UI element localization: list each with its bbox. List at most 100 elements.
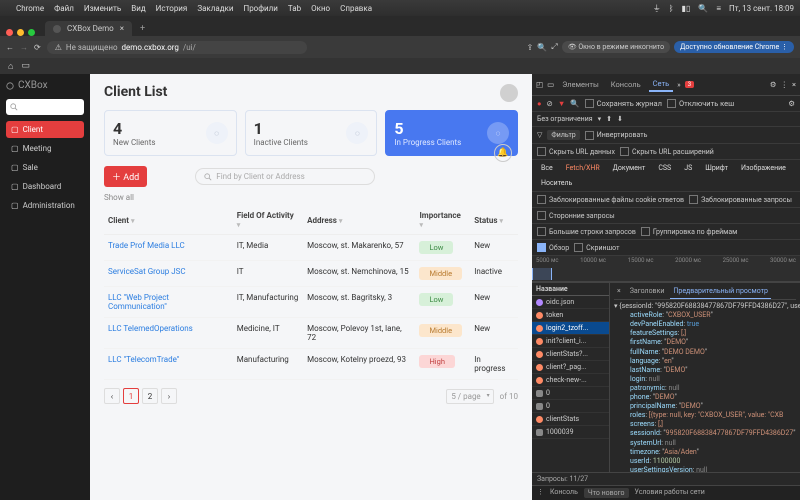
table-row[interactable]: Trade Prof Media LLCIT, MediaMoscow, st.…: [104, 235, 518, 261]
close-tab-icon[interactable]: ×: [120, 24, 124, 33]
whats-new-tab[interactable]: Что нового: [584, 488, 629, 498]
request-row[interactable]: 0: [532, 387, 609, 400]
table-row[interactable]: LLC "TelecomTrade"ManufacturingMoscow, K…: [104, 349, 518, 380]
waterfall[interactable]: 5000 мс10000 мс15000 мс20000 мс25000 мс3…: [532, 256, 800, 282]
sidebar-item-client[interactable]: ▢Client: [6, 121, 84, 138]
col-name-header[interactable]: Название: [532, 283, 609, 296]
client-link[interactable]: LLC "Web Project Communication": [104, 287, 233, 318]
client-link[interactable]: ServiceSat Group JSC: [104, 261, 233, 287]
filter-icon[interactable]: ▾: [339, 217, 343, 225]
errors-badge[interactable]: 3: [685, 81, 694, 88]
json-root[interactable]: ▾ {sessionId: "995820F68838477867DF79FFD…: [614, 302, 796, 311]
page-size-select[interactable]: 5 / page: [446, 389, 493, 404]
filter-icon[interactable]: ▾: [419, 221, 423, 229]
request-row[interactable]: 0: [532, 400, 609, 413]
window-min-icon[interactable]: [17, 29, 24, 36]
disable-cache-checkbox[interactable]: Отключить кеш: [667, 99, 734, 108]
reading-list-icon[interactable]: ▭: [21, 61, 30, 71]
menu-window[interactable]: Окно: [311, 4, 330, 13]
summary-card[interactable]: 1Inactive Clients◌: [245, 110, 378, 156]
control-center-icon[interactable]: ≡: [716, 4, 721, 13]
client-link[interactable]: Trade Prof Media LLC: [104, 235, 233, 261]
throttle-select[interactable]: Без ограничения: [537, 115, 593, 123]
detail-tab-headers[interactable]: Заголовки: [627, 285, 668, 299]
page-2[interactable]: 2: [142, 388, 158, 404]
screenshot-checkbox[interactable]: Скриншот: [574, 243, 619, 252]
col-field-of-activity[interactable]: Field Of Activity ▾: [233, 206, 303, 235]
json-row[interactable]: patronymic: null: [614, 384, 796, 393]
filter-toggle-icon[interactable]: ▼: [558, 99, 565, 108]
menu-profiles[interactable]: Профили: [243, 4, 277, 13]
sidebar-item-meeting[interactable]: ▢Meeting: [6, 140, 84, 157]
record-icon[interactable]: ●: [537, 99, 542, 108]
sidebar-item-sale[interactable]: ▢Sale: [6, 159, 84, 176]
client-link[interactable]: LLC "TelecomTrade": [104, 349, 233, 380]
menu-bookmarks[interactable]: Закладки: [197, 4, 233, 13]
json-row[interactable]: timezone: "Asia/Aden": [614, 448, 796, 457]
back-button[interactable]: ←: [6, 43, 14, 52]
menu-help[interactable]: Справка: [340, 4, 372, 13]
preserve-log-checkbox[interactable]: Сохранять журнал: [585, 99, 662, 108]
json-row[interactable]: roles: [{type: null, key: "CXBOX_USER", …: [614, 411, 796, 420]
search-toolbar-icon[interactable]: 🔍: [537, 43, 547, 52]
json-row[interactable]: language: "en": [614, 357, 796, 366]
filter-type-3[interactable]: CSS: [654, 163, 675, 173]
hide-data-urls-checkbox[interactable]: Скрыть URL данных: [537, 147, 615, 156]
json-row[interactable]: activeRole: "CXBOX_USER": [614, 311, 796, 320]
json-row[interactable]: fullName: "DEMO DEMO": [614, 348, 796, 357]
tab-network[interactable]: Сеть: [649, 77, 674, 92]
reload-button[interactable]: ⟳: [34, 43, 41, 52]
request-row[interactable]: token: [532, 309, 609, 322]
clear-icon[interactable]: ⊘: [547, 99, 553, 108]
gear-icon[interactable]: ⚙: [770, 80, 777, 89]
json-row[interactable]: principalName: "DEMO": [614, 402, 796, 411]
menu-view[interactable]: Вид: [131, 4, 145, 13]
summary-card[interactable]: 4New Clients◌: [104, 110, 237, 156]
find-input[interactable]: Find by Client or Address: [195, 168, 375, 185]
json-row[interactable]: systemUrl: null: [614, 439, 796, 448]
blocked-req-checkbox[interactable]: Заблокированные запросы: [689, 195, 792, 204]
col-status[interactable]: Status ▾: [470, 206, 518, 235]
avatar[interactable]: [500, 84, 518, 102]
sidebar-item-administration[interactable]: ▢Administration: [6, 197, 84, 214]
table-row[interactable]: LLC TelemedOperationsMedicine, ITMoscow,…: [104, 318, 518, 349]
col-address[interactable]: Address ▾: [303, 206, 415, 235]
tab-elements[interactable]: Элементы: [558, 78, 603, 91]
new-tab-button[interactable]: +: [134, 22, 151, 36]
json-row[interactable]: firstName: "DEMO": [614, 338, 796, 347]
json-row[interactable]: lastName: "DEMO": [614, 366, 796, 375]
show-all-link[interactable]: Show all: [104, 193, 518, 202]
filter-input[interactable]: Фильтр: [547, 130, 579, 140]
json-row[interactable]: userId: 1100000: [614, 457, 796, 466]
col-client[interactable]: Client ▾: [104, 206, 233, 235]
add-button[interactable]: ＋ Add: [104, 166, 147, 187]
address-bar[interactable]: ⚠ Не защищено demo.cxbox.org/ui/: [47, 41, 307, 54]
big-rows-checkbox[interactable]: Большие строки запросов: [537, 227, 636, 236]
window-max-icon[interactable]: [28, 29, 35, 36]
menu-edit[interactable]: Изменить: [84, 4, 121, 13]
request-row[interactable]: login2_tzoff...: [532, 322, 609, 335]
json-row[interactable]: phone: "DEMO": [614, 393, 796, 402]
filter-type-7[interactable]: Носитель: [537, 178, 576, 188]
home-icon[interactable]: ⌂: [8, 61, 13, 72]
request-row[interactable]: clientStats: [532, 413, 609, 426]
table-row[interactable]: LLC "Web Project Communication"IT, Manuf…: [104, 287, 518, 318]
filter-type-0[interactable]: Все: [537, 163, 557, 173]
group-frame-checkbox[interactable]: Группировка по фреймам: [641, 227, 738, 236]
blocked-cookies-checkbox[interactable]: Заблокированные файлы cookie ответов: [537, 195, 684, 204]
menu-history[interactable]: История: [156, 4, 188, 13]
filter-icon[interactable]: ▾: [499, 217, 503, 225]
overview-checkbox[interactable]: Обзор: [537, 243, 569, 252]
request-row[interactable]: check-new-...: [532, 374, 609, 387]
sidebar-search[interactable]: [6, 99, 84, 115]
json-row[interactable]: devPanelEnabled: true: [614, 320, 796, 329]
share-icon[interactable]: ⇪: [527, 43, 534, 52]
json-row[interactable]: sessionId: "995820F68838477867DF79FFD438…: [614, 429, 796, 438]
search-network-icon[interactable]: 🔍: [570, 99, 579, 108]
client-link[interactable]: LLC TelemedOperations: [104, 318, 233, 349]
settings-icon[interactable]: ⚙: [788, 99, 795, 108]
json-row[interactable]: featureSettings: [,]: [614, 329, 796, 338]
notification-bell-icon[interactable]: 🔔: [494, 144, 512, 162]
filter-type-4[interactable]: JS: [680, 163, 696, 173]
inspect-icon[interactable]: ◰: [536, 80, 543, 89]
